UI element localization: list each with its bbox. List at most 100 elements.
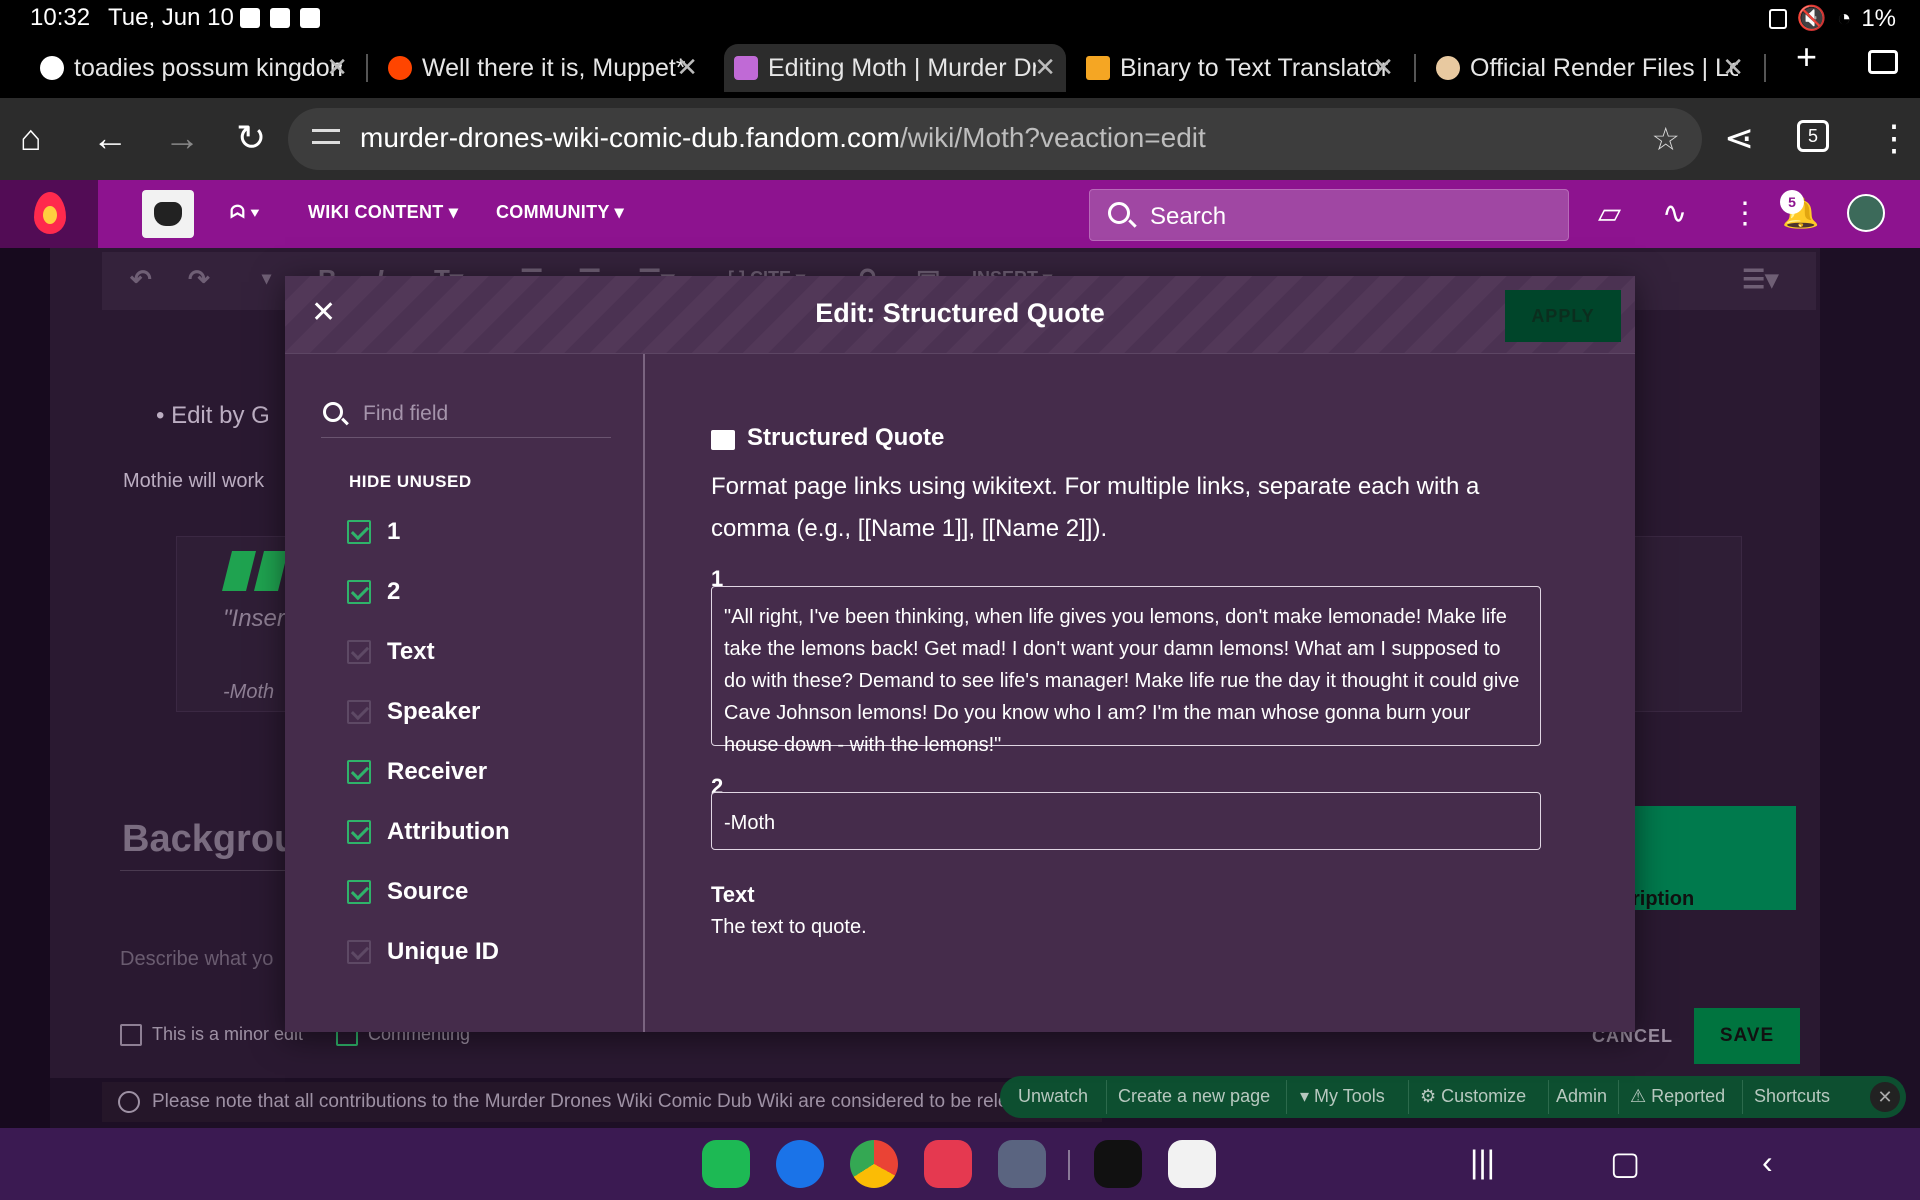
tab-render-files[interactable]: Official Render Files | Lo ✕ [1434,44,1754,92]
chrome-app-icon[interactable] [850,1140,898,1188]
nav-community[interactable]: COMMUNITY ▾ [496,202,624,223]
param-input-1[interactable]: "All right, I've been thinking, when lif… [711,586,1541,756]
nav-wiki-content[interactable]: WIKI CONTENT ▾ [308,202,458,223]
undo-icon[interactable]: ↶ [130,264,152,295]
page-edge [0,248,50,1128]
quote-marks-icon [222,551,288,591]
puzzle-piece-icon [711,430,735,450]
green-panel: ription [1630,806,1796,910]
tool-my-tools[interactable]: ▾ My Tools [1300,1086,1385,1107]
app-drawer-icon[interactable] [998,1140,1046,1188]
paragraph-dropdown-icon[interactable]: ▾ [262,268,271,289]
field-checkbox[interactable] [347,820,371,844]
bookmark-star-icon[interactable]: ☆ [1651,120,1680,158]
edit-summary-placeholder[interactable]: Describe what yo [120,948,273,971]
share-icon[interactable]: ⋖ [1724,118,1754,158]
find-field-input[interactable]: Find field [321,390,611,438]
tab-divider [1764,54,1766,82]
site-settings-icon[interactable] [312,123,340,151]
param-label-text: Text [711,882,755,907]
status-time: 10:32 [30,4,91,31]
tool-unwatch[interactable]: Unwatch [1018,1086,1088,1107]
home-button-icon[interactable]: ▢ [1610,1144,1640,1182]
new-tab-plus-icon[interactable]: + [1796,36,1817,78]
reload-icon[interactable]: ↻ [236,118,266,158]
url-field[interactable]: murder-drones-wiki-comic-dub.fandom.com/… [288,108,1702,170]
reddit-favicon-icon [388,56,412,80]
close-tab-icon[interactable]: ✕ [1372,52,1394,83]
wiki-home-menu-icon[interactable]: ᗣ ▾ [230,202,260,223]
field-label: Source [387,878,469,905]
activity-icon[interactable]: ∿ [1662,196,1687,231]
forward-arrow-icon[interactable]: → [164,118,200,158]
tool-shortcuts[interactable]: Shortcuts [1754,1086,1830,1107]
alert-icon [300,8,320,28]
dock-divider [1068,1150,1070,1180]
recents-icon[interactable]: ||| [1470,1144,1495,1181]
tab-count-button[interactable]: 5 [1797,120,1829,152]
field-checkbox[interactable] [347,580,371,604]
status-notification-icons [240,8,320,28]
tab-reddit[interactable]: Well there it is, Muppet* ✕ [386,44,708,92]
close-tools-icon[interactable]: ✕ [1870,1082,1900,1112]
tool-admin[interactable]: Admin [1556,1086,1607,1107]
tab-title: toadies possum kingdom [74,53,342,82]
tool-divider [1286,1080,1287,1114]
tool-divider [1618,1080,1619,1114]
back-arrow-icon[interactable]: ← [92,118,128,158]
field-label: 2 [387,578,401,605]
tool-create-page[interactable]: Create a new page [1118,1086,1270,1107]
wiki-search-input[interactable]: Search [1089,189,1569,241]
field-checkbox[interactable] [347,640,371,664]
param-input-2[interactable]: -Moth [711,792,1541,850]
tab-editing-moth[interactable]: Editing Moth | Murder Dr ✕ [724,44,1066,92]
save-button[interactable]: SAVE [1694,1008,1800,1064]
tab-binary-translator[interactable]: Binary to Text Translator ✕ [1084,44,1404,92]
minor-edit-checkbox[interactable] [120,1024,142,1046]
google-favicon-icon [40,56,64,80]
page-options-icon[interactable]: ☰▾ [1742,264,1778,295]
field-checkbox[interactable] [347,700,371,724]
fandom-logo[interactable] [0,180,98,248]
browser-menu-icon[interactable]: ⋮ [1876,118,1912,158]
capcut-app-icon[interactable] [1168,1140,1216,1188]
discussions-icon[interactable]: ▱ [1598,196,1621,231]
search-icon [1108,202,1130,224]
camera-app-icon[interactable] [924,1140,972,1188]
tool-reported[interactable]: ⚠ Reported [1630,1086,1725,1107]
tool-divider [1408,1080,1409,1114]
nav-label: COMMUNITY [496,202,610,222]
redo-icon[interactable]: ↷ [188,264,210,295]
tab-overview-icon[interactable] [1868,50,1898,74]
tab-toadies[interactable]: toadies possum kingdom ✕ [38,44,358,92]
close-icon[interactable]: ✕ [311,298,336,328]
tool-customize[interactable]: ⚙ Customize [1420,1086,1526,1107]
phone-app-icon[interactable] [702,1140,750,1188]
url-host: murder-drones-wiki-comic-dub.fandom.com [360,122,900,153]
apply-button[interactable]: APPLY [1505,290,1621,342]
close-tab-icon[interactable]: ✕ [326,52,348,83]
url-text[interactable]: murder-drones-wiki-comic-dub.fandom.com/… [360,122,1206,154]
template-title: Structured Quote [747,424,945,451]
template-params-panel: Structured Quote Format page links using… [647,354,1635,1032]
more-options-icon[interactable]: ⋮ [1730,196,1760,231]
close-tab-icon[interactable]: ✕ [1722,52,1744,83]
field-checkbox[interactable] [347,940,371,964]
wiki-logo[interactable] [142,190,194,238]
home-icon[interactable]: ⌂ [20,118,42,158]
field-checkbox[interactable] [347,760,371,784]
messages-app-icon[interactable] [776,1140,824,1188]
back-nav-icon[interactable]: ‹ [1762,1144,1773,1181]
copyright-icon [118,1091,140,1113]
battery-saver-icon [1768,8,1787,29]
close-tab-icon[interactable]: ✕ [676,52,698,83]
tab-divider [366,54,368,82]
tiktok-app-icon[interactable] [1094,1140,1142,1188]
screen: 10:32 Tue, Jun 10 🔇 ◔ 1% toadies possum … [0,0,1920,1200]
close-tab-icon[interactable]: ✕ [1034,52,1056,83]
hide-unused-button[interactable]: HIDE UNUSED [349,472,472,492]
field-checkbox[interactable] [347,520,371,544]
tab-divider [1414,54,1416,82]
user-avatar[interactable] [1847,194,1885,232]
field-checkbox[interactable] [347,880,371,904]
